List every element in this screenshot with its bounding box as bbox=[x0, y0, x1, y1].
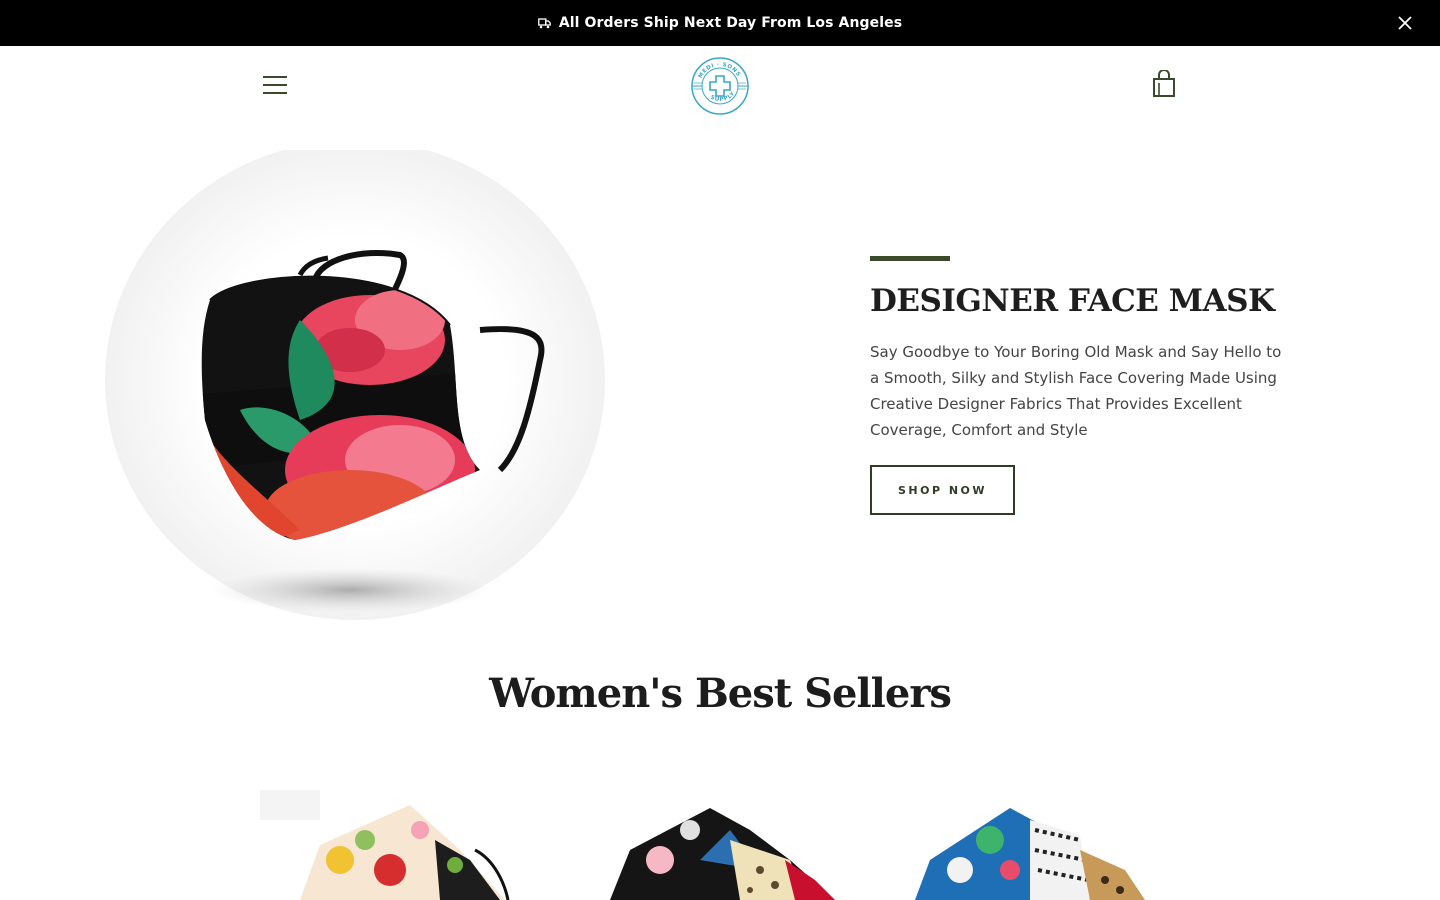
hero-description: Say Goodbye to Your Boring Old Mask and … bbox=[870, 343, 1282, 439]
shop-now-button[interactable]: SHOP NOW bbox=[870, 465, 1015, 515]
hamburger-icon[interactable] bbox=[263, 76, 287, 94]
hero-title: DESIGNER FACE MASK bbox=[870, 283, 1275, 319]
logo[interactable]: MEDI · SONS SUPPLY bbox=[690, 56, 750, 116]
hero-mask-image bbox=[105, 150, 605, 620]
announcement-bar: All Orders Ship Next Day From Los Angele… bbox=[0, 0, 1440, 46]
close-icon[interactable] bbox=[1396, 14, 1414, 32]
svg-text:MEDI · SONS: MEDI · SONS bbox=[698, 62, 742, 80]
announcement-text: All Orders Ship Next Day From Los Angele… bbox=[558, 15, 903, 31]
shopping-bag-icon[interactable] bbox=[1152, 70, 1176, 98]
truck-icon bbox=[537, 18, 551, 29]
site-header: MEDI · SONS SUPPLY bbox=[0, 46, 1440, 126]
product-card-2[interactable] bbox=[590, 790, 850, 900]
product-card-3[interactable] bbox=[890, 790, 1150, 900]
hero-accent-rule bbox=[870, 256, 950, 261]
announcement-content: All Orders Ship Next Day From Los Angele… bbox=[537, 15, 903, 31]
svg-text:SUPPLY: SUPPLY bbox=[709, 90, 737, 103]
hero-content: DESIGNER FACE MASK Say Goodbye to Your B… bbox=[870, 256, 1300, 515]
product-card-1[interactable] bbox=[260, 790, 520, 900]
section-title: Women's Best Sellers bbox=[489, 670, 952, 717]
